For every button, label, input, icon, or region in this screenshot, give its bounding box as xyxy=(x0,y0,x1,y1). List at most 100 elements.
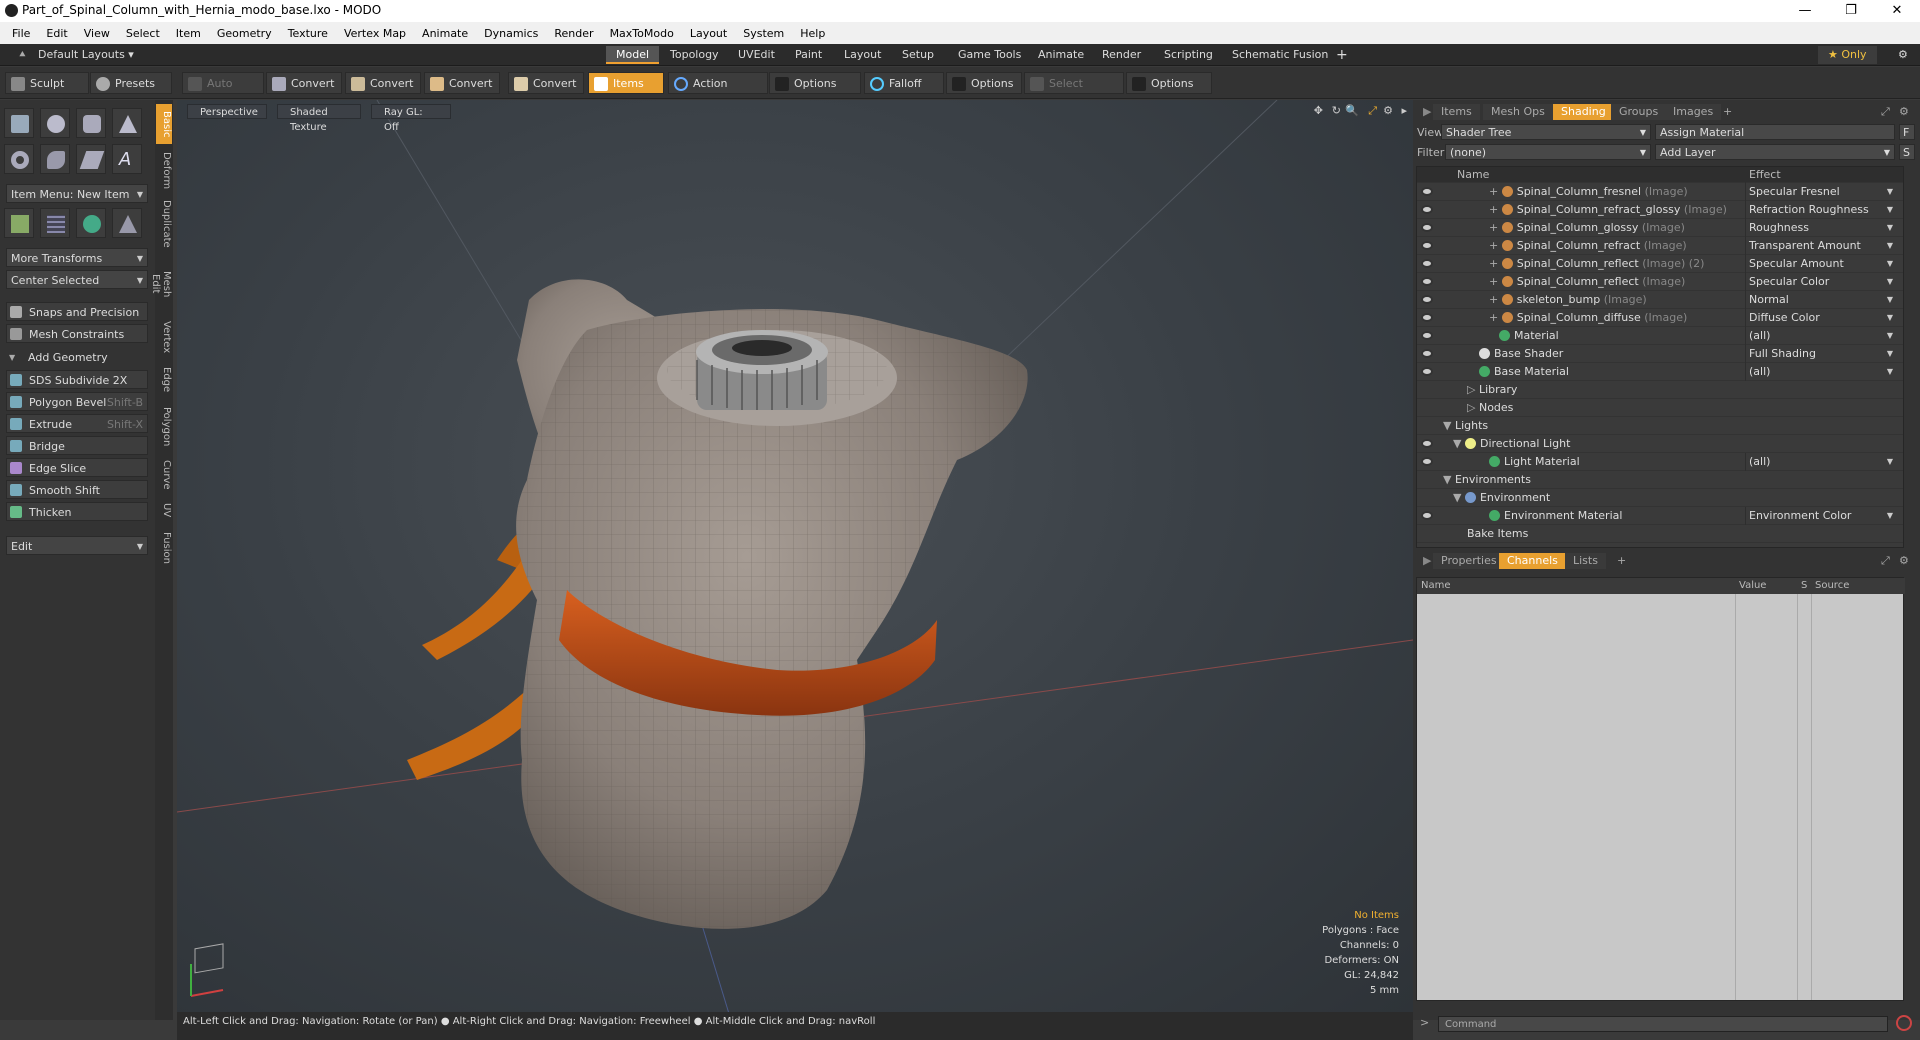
shader-row[interactable]: Light Material (all) xyxy=(1417,453,1903,471)
tab-items[interactable]: Items xyxy=(1433,104,1480,120)
tab-render[interactable]: Render xyxy=(1092,46,1151,64)
torus-button[interactable] xyxy=(4,144,34,174)
shading-dropdown[interactable]: Shaded Texture xyxy=(277,104,361,133)
menu-select[interactable]: Select xyxy=(118,27,168,40)
tool-bridge[interactable]: Bridge xyxy=(6,436,148,455)
shader-row[interactable]: + Spinal_Column_refract (Image) Transpare… xyxy=(1417,237,1903,255)
menu-edit[interactable]: Edit xyxy=(38,27,75,40)
menu-animate[interactable]: Animate xyxy=(414,27,476,40)
vtab-edge[interactable]: Edge xyxy=(156,362,172,398)
tool-smooth-shift[interactable]: Smooth Shift xyxy=(6,480,148,499)
options-button-3[interactable]: Options xyxy=(1126,72,1212,94)
filter-dropdown[interactable]: (none) xyxy=(1445,144,1651,161)
shader-row[interactable]: Base Material (all) xyxy=(1417,363,1903,381)
edit-dropdown[interactable]: Edit xyxy=(6,536,148,556)
command-input[interactable]: Command xyxy=(1438,1016,1888,1032)
tab-setup[interactable]: Setup xyxy=(892,46,944,64)
vtab-duplicate[interactable]: Duplicate xyxy=(156,196,172,252)
visibility-eye-icon[interactable] xyxy=(1421,241,1433,250)
menu-view[interactable]: View xyxy=(76,27,118,40)
tool-thicken[interactable]: Thicken xyxy=(6,502,148,521)
add-tab-icon[interactable]: + xyxy=(1715,104,1740,120)
s-key-button[interactable]: S xyxy=(1899,144,1915,160)
auto-select-button[interactable]: Auto Select xyxy=(182,72,264,112)
transform-button[interactable] xyxy=(4,208,34,238)
item-menu-dropdown[interactable]: Item Menu: New Item xyxy=(6,184,148,204)
tab-schematic-fusion[interactable]: Schematic Fusion xyxy=(1222,46,1338,64)
pen-button[interactable] xyxy=(76,144,106,174)
capsule-button[interactable] xyxy=(40,144,70,174)
assign-material-button[interactable]: Assign Material xyxy=(1655,124,1895,140)
visibility-eye-icon[interactable] xyxy=(1421,439,1433,448)
tab-images[interactable]: Images xyxy=(1665,104,1722,120)
vtab-basic[interactable]: Basic xyxy=(156,104,172,144)
shader-row[interactable]: + Spinal_Column_diffuse (Image) Diffuse C… xyxy=(1417,309,1903,327)
tab-topology[interactable]: Topology xyxy=(660,46,729,64)
shader-row[interactable]: Material (all) xyxy=(1417,327,1903,345)
visibility-eye-icon[interactable] xyxy=(1421,277,1433,286)
move-view-icon[interactable]: ✥ xyxy=(1314,104,1323,117)
tab-game-tools[interactable]: Game Tools xyxy=(948,46,1031,64)
viewport-menu-icon[interactable]: ▸ xyxy=(1401,104,1407,117)
visibility-eye-icon[interactable] xyxy=(1421,331,1433,340)
nodes-row[interactable]: ▷ Nodes xyxy=(1417,399,1903,417)
vtab-mesh-edit[interactable]: Mesh Edit xyxy=(150,256,172,312)
tab-lists[interactable]: Lists xyxy=(1565,553,1606,569)
visibility-eye-icon[interactable] xyxy=(1421,313,1433,322)
vtab-uv[interactable]: UV xyxy=(156,498,172,522)
f-key-button[interactable]: F xyxy=(1899,124,1915,140)
add-tab-icon[interactable]: + xyxy=(1326,46,1358,64)
cone-button[interactable] xyxy=(112,108,142,138)
tool-polygon-bevel[interactable]: Polygon Bevel Shift-B xyxy=(6,392,148,411)
cube-button[interactable] xyxy=(4,108,34,138)
panel-gear-icon[interactable]: ⚙ xyxy=(1891,553,1917,569)
shader-row[interactable]: + skeleton_bump (Image) Normal xyxy=(1417,291,1903,309)
close-button[interactable]: ✕ xyxy=(1874,0,1920,22)
tab-shading[interactable]: Shading xyxy=(1553,104,1614,120)
world-button[interactable] xyxy=(76,208,106,238)
tool-edge-slice[interactable]: Edge Slice xyxy=(6,458,148,477)
minimize-button[interactable]: — xyxy=(1782,0,1828,22)
text-button[interactable]: A xyxy=(112,144,142,174)
panel-gear-icon[interactable]: ⚙ xyxy=(1891,104,1917,120)
tab-layout[interactable]: Layout xyxy=(834,46,891,64)
convert-edges-button[interactable]: Convert xyxy=(345,72,421,94)
sphere-button[interactable] xyxy=(40,108,70,138)
environment-row[interactable]: ▼ Environment xyxy=(1417,489,1903,507)
select-through-button[interactable]: Select Through xyxy=(1024,72,1124,112)
bake-items-row[interactable]: Bake Items xyxy=(1417,525,1903,543)
tool-sds-subdivide[interactable]: SDS Subdivide 2X xyxy=(6,370,148,389)
shader-row[interactable]: + Spinal_Column_reflect (Image) Specular … xyxy=(1417,273,1903,291)
menu-file[interactable]: File xyxy=(4,27,38,40)
center-selected-dropdown[interactable]: Center Selected xyxy=(6,270,148,290)
spine-model[interactable] xyxy=(407,279,1028,929)
rotate-view-icon[interactable]: ↻ xyxy=(1332,104,1341,117)
shader-row[interactable]: Base Shader Full Shading xyxy=(1417,345,1903,363)
fit-view-icon[interactable]: ⤢ xyxy=(1368,104,1377,118)
falloff-button[interactable]: Falloff xyxy=(864,72,944,94)
presets-button[interactable]: Presets F6 xyxy=(90,72,172,112)
tab-scripting[interactable]: Scripting xyxy=(1154,46,1223,64)
raygl-toggle[interactable]: Ray GL: Off xyxy=(371,104,451,133)
cylinder-button[interactable] xyxy=(76,108,106,138)
channels-list[interactable]: Name Value S Source xyxy=(1416,577,1905,1001)
items-mode-button[interactable]: Items xyxy=(588,72,664,94)
tab-groups[interactable]: Groups xyxy=(1611,104,1667,120)
more-transforms-dropdown[interactable]: More Transforms xyxy=(6,248,148,268)
menu-render[interactable]: Render xyxy=(546,27,601,40)
add-layer-dropdown[interactable]: Add Layer xyxy=(1655,144,1895,161)
visibility-eye-icon[interactable] xyxy=(1421,295,1433,304)
tab-paint[interactable]: Paint xyxy=(785,46,832,64)
menu-dynamics[interactable]: Dynamics xyxy=(476,27,546,40)
shader-row[interactable]: + Spinal_Column_refract_glossy (Image) Re… xyxy=(1417,201,1903,219)
vtab-curve[interactable]: Curve xyxy=(156,456,172,494)
action-center-button[interactable]: Action Center xyxy=(668,72,768,112)
visibility-eye-icon[interactable] xyxy=(1421,187,1433,196)
mesh-constraints-button[interactable]: Mesh Constraints xyxy=(6,324,148,343)
menu-layout[interactable]: Layout xyxy=(682,27,735,40)
vtab-vertex[interactable]: Vertex xyxy=(156,316,172,358)
viewport-settings-icon[interactable]: ⚙ xyxy=(1383,104,1393,117)
menu-item[interactable]: Item xyxy=(168,27,209,40)
visibility-eye-icon[interactable] xyxy=(1421,367,1433,376)
zoom-view-icon[interactable]: 🔍 xyxy=(1345,104,1359,117)
